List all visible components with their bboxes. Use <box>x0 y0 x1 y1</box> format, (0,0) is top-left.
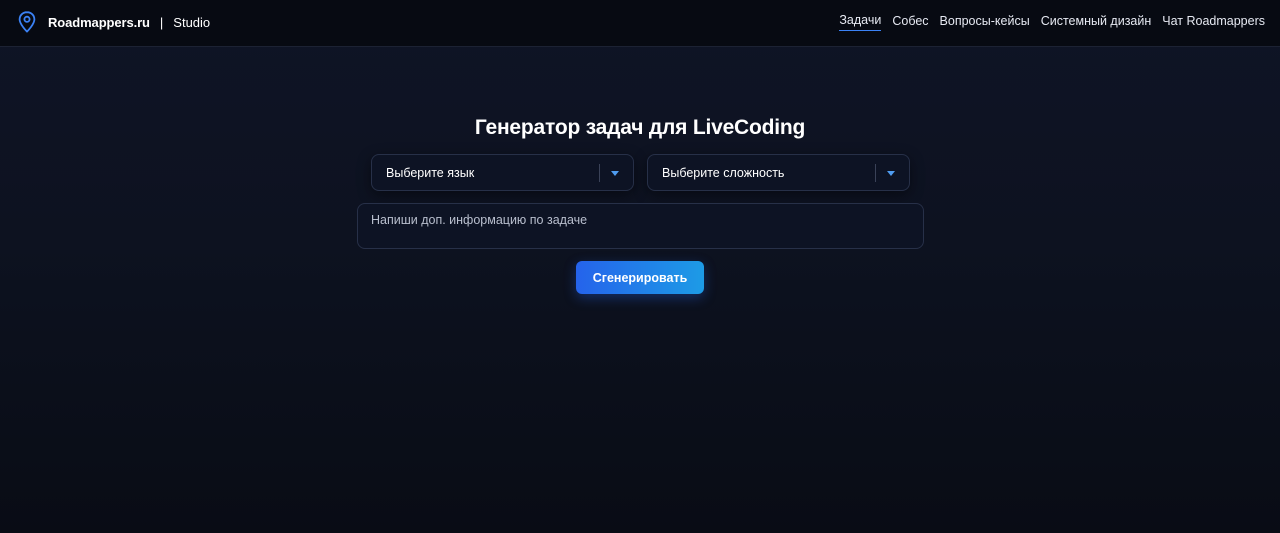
language-select[interactable]: Выберите язык <box>371 154 634 191</box>
brand[interactable]: Roadmappers.ru | Studio <box>18 10 210 34</box>
nav-item-interview[interactable]: Собес <box>892 14 928 31</box>
brand-name: Roadmappers.ru <box>48 14 150 30</box>
main-nav: Задачи Собес Вопросы-кейсы Системный диз… <box>828 13 1265 31</box>
difficulty-select[interactable]: Выберите сложность <box>647 154 910 191</box>
nav-item-case-questions[interactable]: Вопросы-кейсы <box>940 14 1030 31</box>
generate-button[interactable]: Сгенерировать <box>576 261 704 294</box>
task-info-input[interactable] <box>357 203 924 249</box>
nav-item-system-design[interactable]: Системный дизайн <box>1041 14 1152 31</box>
select-divider <box>599 164 600 182</box>
difficulty-select-value: Выберите сложность <box>662 166 785 180</box>
location-pin-icon <box>18 11 36 33</box>
brand-separator: | <box>159 14 164 30</box>
chevron-down-icon[interactable] <box>887 171 895 176</box>
language-select-value: Выберите язык <box>386 166 475 180</box>
nav-item-tasks[interactable]: Задачи <box>839 13 882 31</box>
page-title: Генератор задач для LiveCoding <box>474 116 806 140</box>
select-divider <box>875 164 876 182</box>
chevron-down-icon[interactable] <box>611 171 619 176</box>
brand-subtitle: Studio <box>173 14 211 30</box>
top-navbar: Roadmappers.ru | Studio Задачи Собес Воп… <box>0 0 1280 47</box>
nav-item-chat[interactable]: Чат Roadmappers <box>1162 14 1265 31</box>
